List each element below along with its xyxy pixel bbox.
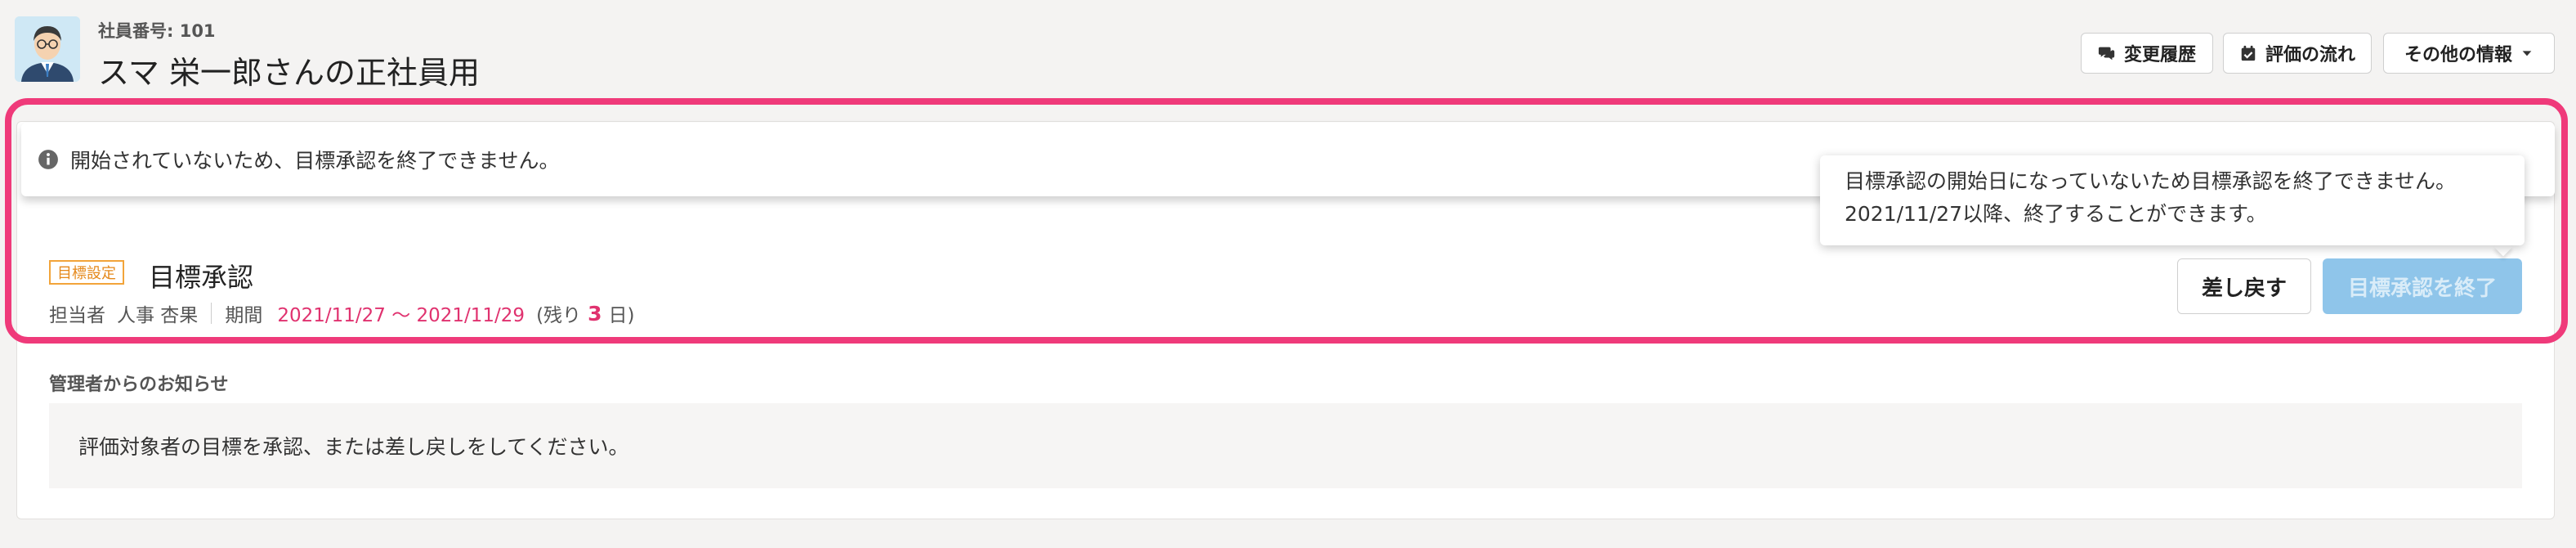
notice-box: 評価対象者の目標を承認、または差し戻しをしてください。	[49, 403, 2522, 488]
employee-number: 社員番号: 101	[98, 21, 216, 41]
other-info-label: その他の情報	[2404, 45, 2512, 65]
caret-down-icon	[2522, 51, 2532, 56]
notice-heading: 管理者からのお知らせ	[49, 375, 229, 395]
evaluation-flow-button[interactable]: 評価の流れ	[2223, 33, 2372, 74]
comments-icon	[2098, 47, 2115, 61]
history-button-label: 変更履歴	[2123, 45, 2196, 65]
page-title: スマ 栄一郎さんの正社員用	[98, 55, 480, 91]
evaluation-flow-button-label: 評価の流れ	[2265, 45, 2355, 65]
notice-text: 評価対象者の目標を承認、または差し戻しをしてください。	[78, 435, 629, 459]
other-info-dropdown[interactable]: その他の情報	[2383, 33, 2555, 74]
highlight-frame	[5, 98, 2568, 344]
history-button[interactable]: 変更履歴	[2081, 33, 2213, 74]
calendar-check-icon	[2241, 45, 2256, 61]
avatar	[15, 16, 80, 82]
